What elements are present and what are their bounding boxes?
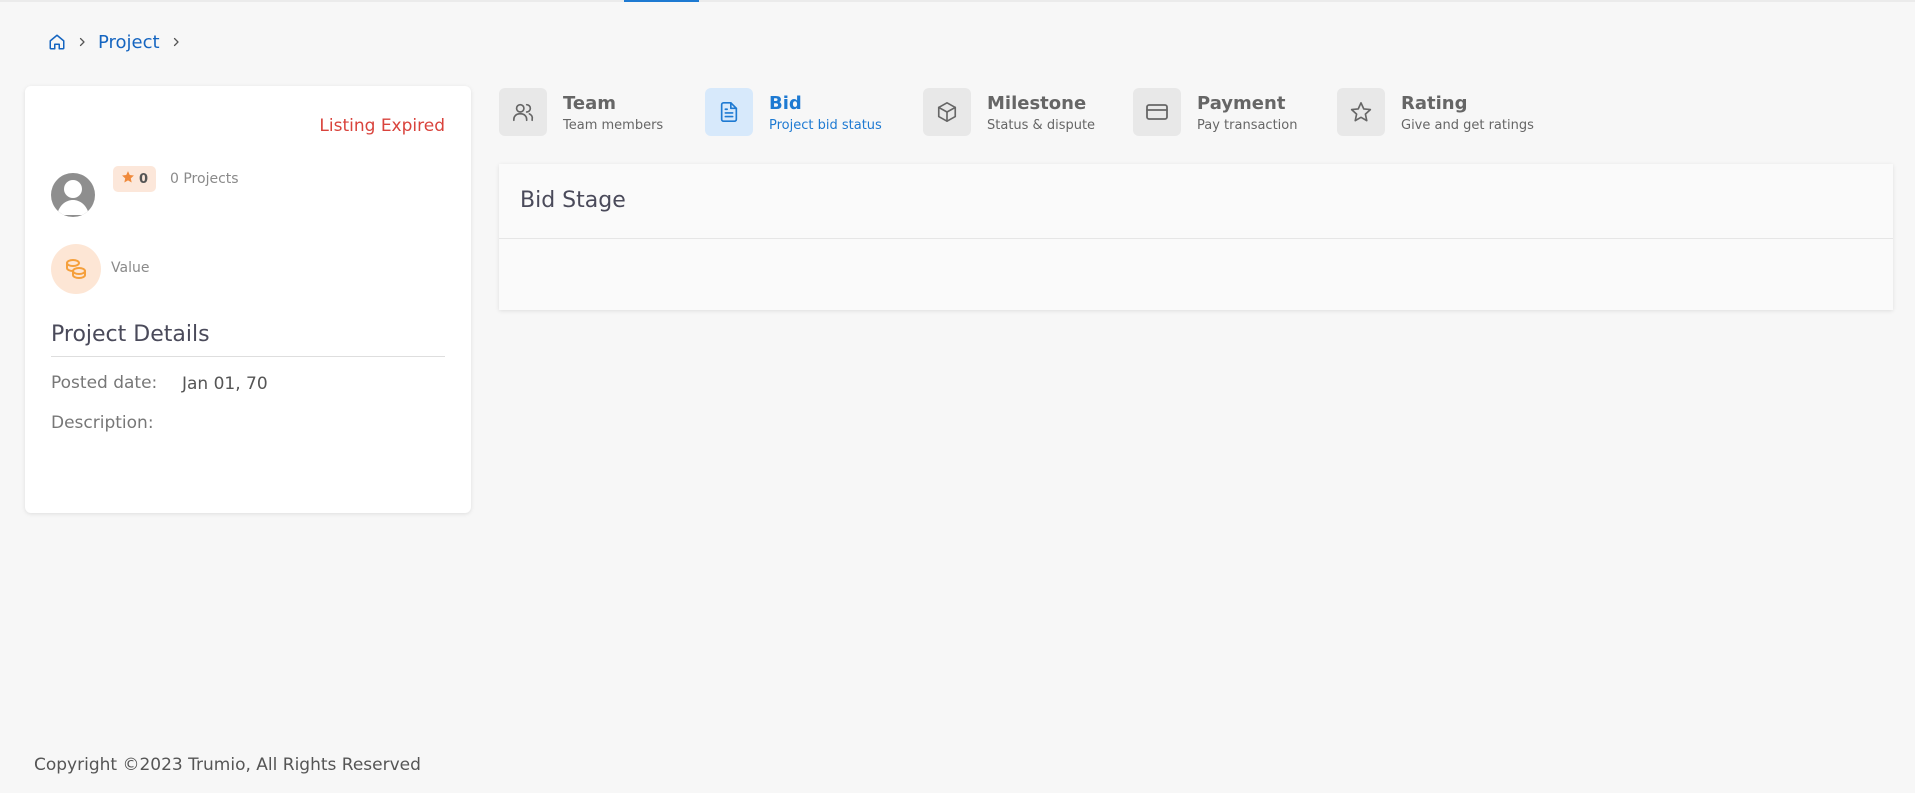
tab-milestone[interactable]: Milestone Status & dispute xyxy=(923,88,1133,136)
credit-card-icon xyxy=(1133,88,1181,136)
tab-rating-title: Rating xyxy=(1401,93,1468,114)
star-icon xyxy=(1337,88,1385,136)
tab-bid-subtitle: Project bid status xyxy=(769,118,882,133)
bid-stage-title: Bid Stage xyxy=(520,188,626,213)
box-icon xyxy=(923,88,971,136)
tab-payment[interactable]: Payment Pay transaction xyxy=(1133,88,1337,136)
tab-rating-subtitle: Give and get ratings xyxy=(1401,118,1534,133)
chevron-right-icon xyxy=(170,36,182,48)
tab-team-title: Team xyxy=(563,93,616,114)
tab-milestone-subtitle: Status & dispute xyxy=(987,118,1096,133)
posted-date-label: Posted date: xyxy=(51,373,158,393)
tab-bid-title: Bid xyxy=(769,93,802,114)
top-nav-active-indicator xyxy=(624,0,699,2)
tab-team[interactable]: Team Team members xyxy=(499,88,705,136)
project-tabs: Team Team members Bid Project bid status xyxy=(499,88,1557,136)
document-icon xyxy=(705,88,753,136)
star-icon xyxy=(121,170,135,188)
avatar xyxy=(51,173,95,217)
listing-status: Listing Expired xyxy=(319,116,445,136)
rating-value: 0 xyxy=(139,171,149,187)
tab-payment-subtitle: Pay transaction xyxy=(1197,118,1298,133)
top-nav-bar xyxy=(0,0,1915,2)
home-icon[interactable] xyxy=(48,33,66,51)
breadcrumb: Project xyxy=(48,30,182,54)
project-summary-card: Listing Expired 0 0 Projects Value Proje… xyxy=(25,86,471,513)
footer-copyright: Copyright ©2023 Trumio, All Rights Reser… xyxy=(34,755,421,775)
coins-icon xyxy=(51,244,101,294)
panel-divider xyxy=(499,238,1893,239)
project-details-title: Project Details xyxy=(51,322,210,347)
users-icon xyxy=(499,88,547,136)
tab-milestone-title: Milestone xyxy=(987,93,1087,114)
bid-stage-panel: Bid Stage xyxy=(499,164,1893,310)
projects-count: 0 Projects xyxy=(170,171,239,187)
breadcrumb-item-project[interactable]: Project xyxy=(98,32,160,53)
tab-bid[interactable]: Bid Project bid status xyxy=(705,88,923,136)
value-label: Value xyxy=(111,260,150,276)
chevron-right-icon xyxy=(76,36,88,48)
section-divider xyxy=(51,356,445,357)
description-label: Description: xyxy=(51,413,154,433)
tab-rating[interactable]: Rating Give and get ratings xyxy=(1337,88,1557,136)
rating-badge: 0 xyxy=(113,166,157,192)
tab-payment-title: Payment xyxy=(1197,93,1286,114)
posted-date-value: Jan 01, 70 xyxy=(182,374,268,394)
tab-team-subtitle: Team members xyxy=(563,118,664,133)
